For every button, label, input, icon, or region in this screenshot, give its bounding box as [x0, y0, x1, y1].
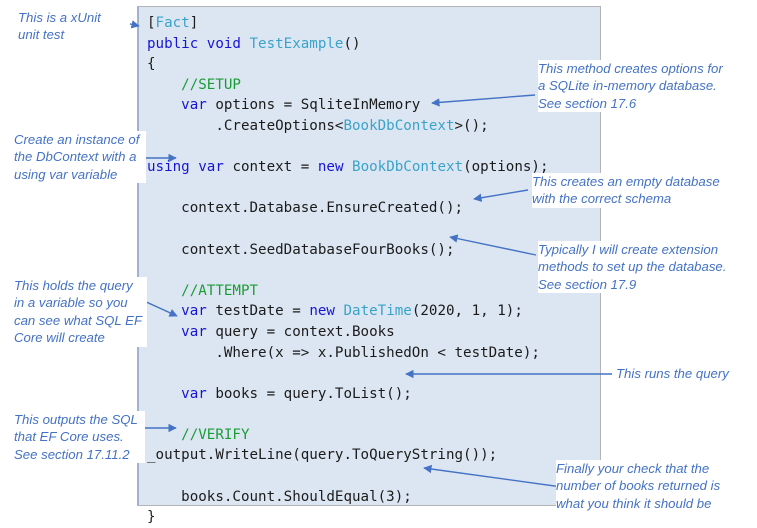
annotation-dbcontext-note: Create an instance of the DbContext with…	[14, 131, 146, 184]
annotation-empty-database-note: This creates an empty database with the …	[532, 173, 754, 208]
annotation-final-check-note: Finally your check that the number of bo…	[556, 460, 756, 513]
annotation-xunit-note: This is a xUnit unit test	[18, 9, 130, 44]
annotation-query-variable-note: This holds the query in a variable so yo…	[14, 277, 147, 347]
annotation-output-sql-note: This outputs the SQL that EF Core uses. …	[14, 411, 145, 464]
annotation-runs-query-note: This runs the query	[616, 365, 756, 383]
annotation-sqlite-options-note: This method creates options for a SQLite…	[538, 60, 753, 113]
annotation-extension-methods-note: Typically I will create extension method…	[538, 241, 756, 294]
code-block: [Fact] public void TestExample() { //SET…	[137, 6, 601, 525]
code-listing: [Fact] public void TestExample() { //SET…	[147, 15, 549, 526]
